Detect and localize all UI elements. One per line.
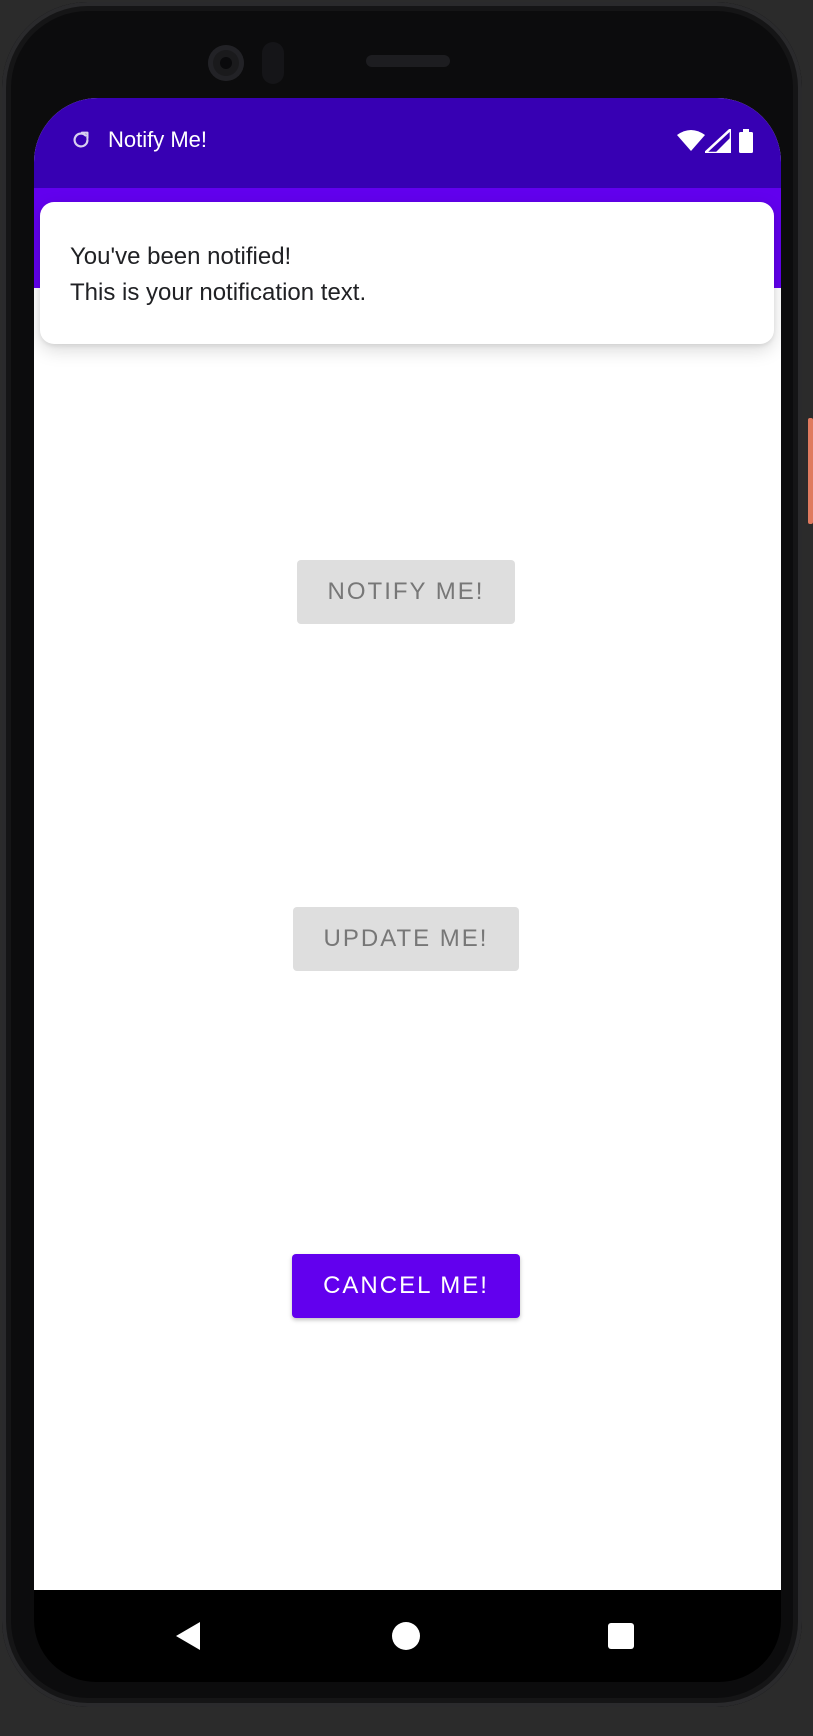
navigation-bar: [34, 1590, 781, 1682]
cancel-button[interactable]: CANCEL ME!: [292, 1254, 520, 1318]
recents-icon[interactable]: [608, 1623, 634, 1649]
wifi-icon: [677, 130, 705, 151]
update-button[interactable]: UPDATE ME!: [293, 907, 519, 971]
status-app-title: Notify Me!: [108, 127, 208, 152]
home-icon[interactable]: [392, 1622, 420, 1650]
battery-icon: [739, 129, 753, 153]
back-icon[interactable]: [174, 1620, 204, 1652]
notification-title: You've been notified!: [70, 243, 292, 270]
front-camera: [208, 45, 244, 81]
device-screen: Notify Me! You've been notified! This is…: [34, 98, 781, 1590]
sync-icon: [73, 131, 89, 148]
proximity-sensor: [262, 42, 284, 84]
earpiece-speaker: [366, 55, 450, 67]
notification-text: This is your notification text.: [70, 279, 367, 306]
heads-up-notification[interactable]: You've been notified! This is your notif…: [40, 202, 774, 344]
notify-button[interactable]: NOTIFY ME!: [297, 560, 515, 624]
side-button: [808, 418, 813, 524]
signal-icon: [705, 129, 731, 153]
status-bar: Notify Me!: [34, 98, 781, 188]
